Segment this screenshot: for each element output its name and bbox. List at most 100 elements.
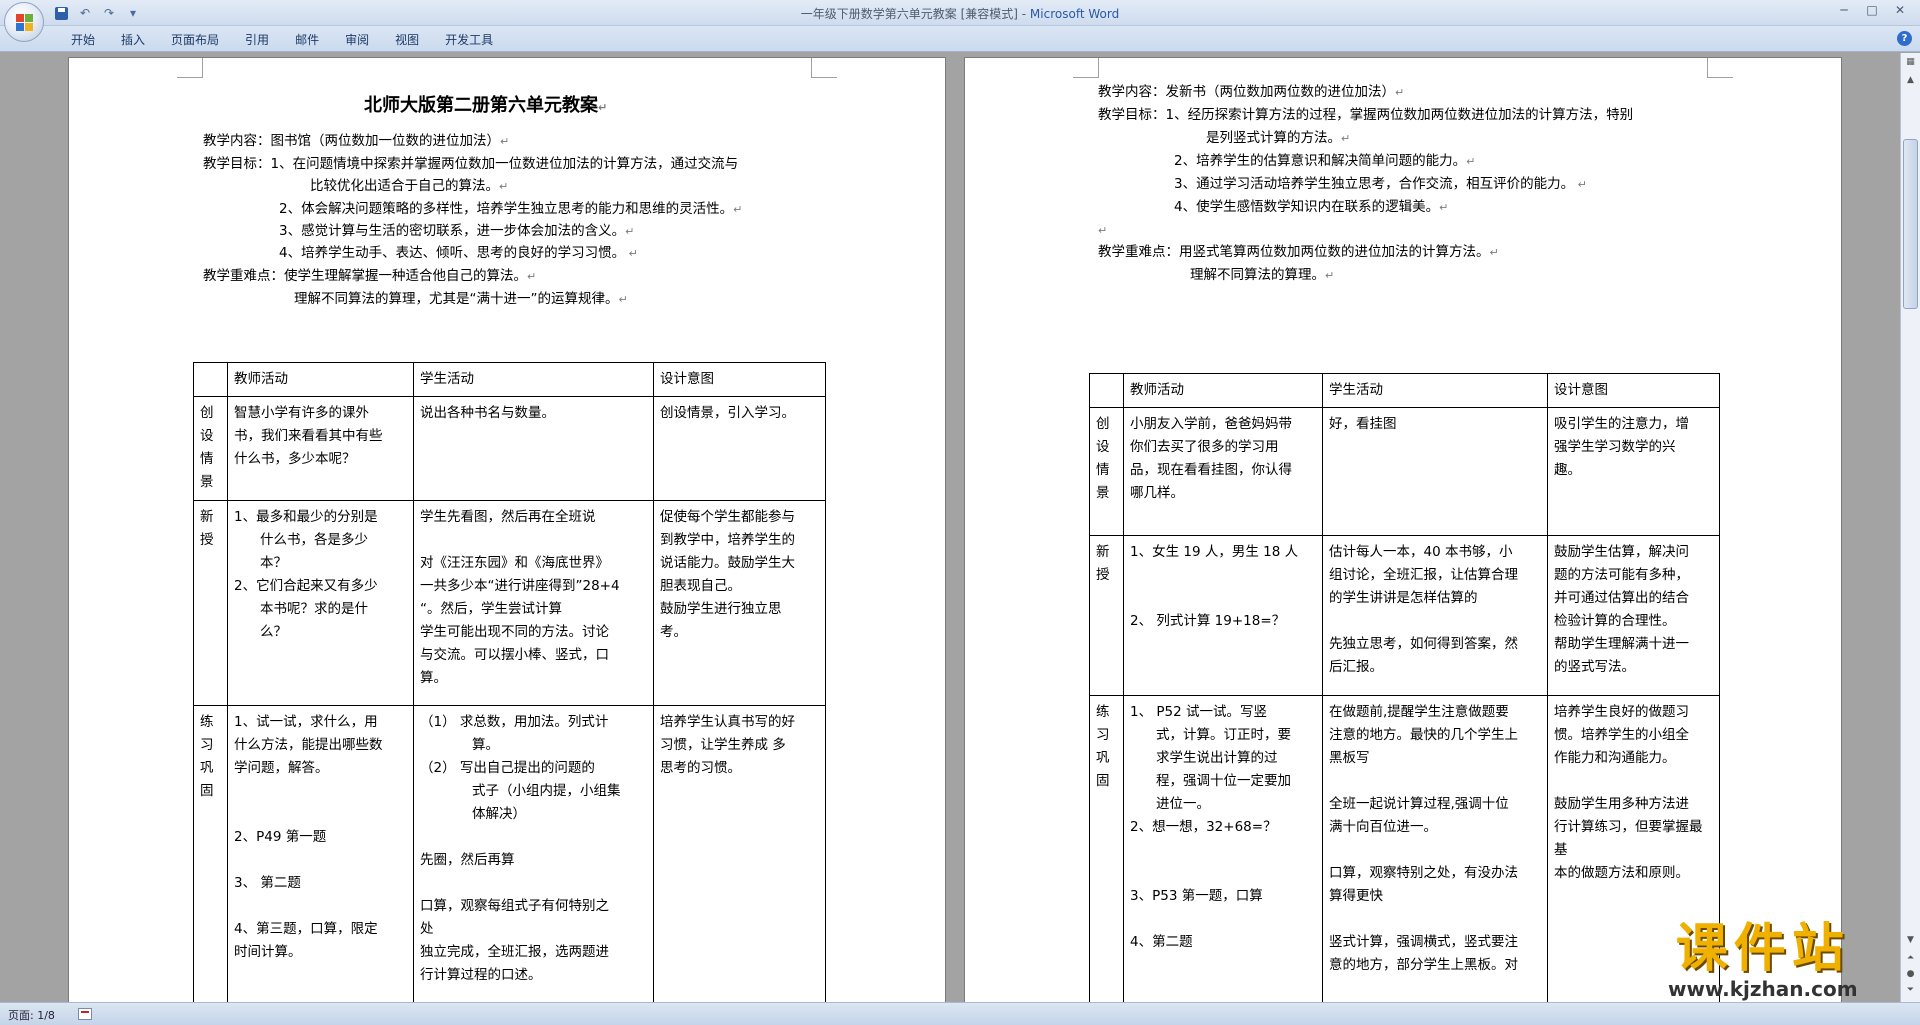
minimize-button[interactable]: ─ — [1830, 0, 1858, 20]
watermark-main-text: 课件站 — [1675, 918, 1850, 979]
maximize-button[interactable]: □ — [1858, 0, 1886, 20]
cell-line: 到教学中，培养学生的 — [660, 532, 795, 548]
cell-line: （1） 求总数，用加法。列式计 — [420, 714, 609, 730]
tab-references[interactable]: 引用 — [232, 29, 282, 50]
cell-line: 在做题前,提醒学生注意做题要 — [1329, 704, 1509, 720]
title-bar: ↶ ↷ ▾ 一年级下册数学第六单元教案 [兼容模式] - Microsoft W… — [0, 0, 1920, 42]
ruler-toggle-button[interactable]: ▦ — [1903, 55, 1918, 70]
stage-char: 习 — [1096, 727, 1110, 743]
cell-line: 全班一起说计算过程,强调十位 — [1329, 796, 1509, 812]
table-header-row: 教师活动 学生活动 设计意图 — [1089, 373, 1720, 408]
cell-line: 什么方法，能提出哪些数 — [234, 737, 383, 753]
cell-line: 4、第二题 — [1130, 934, 1193, 950]
page-count-status[interactable]: 页面: 1/8 — [8, 1007, 55, 1023]
cell-line: 么？ — [260, 624, 287, 640]
cell-line — [1130, 587, 1316, 610]
cell-line: 竖式计算，强调横式，竖式要注 — [1329, 934, 1518, 950]
proofing-icon[interactable] — [78, 1008, 92, 1020]
tab-page-layout[interactable]: 页面布局 — [158, 29, 232, 50]
tab-home[interactable]: 开始 — [58, 29, 108, 50]
student-cell: 估计每人一本，40 本书够，小 组讨论，全班汇报，让估算合理 的学生讲讲是怎样估… — [1322, 535, 1548, 696]
key-label: 教学重难点： — [203, 268, 284, 284]
vertical-scrollbar[interactable]: ▦ ▲ ▼ ⏶ ● ⏷ — [1900, 53, 1920, 1002]
cell-line: 学问题，解答。 — [234, 760, 329, 776]
table-row: 新 授 1、女生 19 人，男生 18 人 2、 列式计算 19+18=？ 估计… — [1089, 535, 1720, 696]
previous-page-button[interactable]: ⏶ — [1903, 951, 1918, 966]
key-points-line-1: 教学重难点：使学生理解掌握一种适合他自己的算法。↵ — [203, 268, 537, 284]
select-browse-object-button[interactable]: ● — [1903, 967, 1918, 982]
goals-line-5: 4、培养学生动手、表达、倾听、思考的良好的学习习惯。 ↵ — [279, 245, 638, 261]
cell-line: 什么书，多少本呢？ — [234, 451, 356, 467]
office-button[interactable] — [4, 2, 44, 42]
window-title: 一年级下册数学第六单元教案 [兼容模式] - Microsoft Word — [0, 5, 1920, 22]
document-page-1[interactable]: 北师大版第二册第六单元教案↵ 教学内容：图书馆（两位数加一位数的进位加法）↵ 教… — [68, 57, 946, 1002]
cell-line: 帮助学生理解满十进一 — [1554, 636, 1689, 652]
table-header-cell: 设计意图 — [1547, 373, 1720, 408]
cell-line: 考。 — [660, 624, 687, 640]
intent-cell: 吸引学生的注意力，增 强学生学习数学的兴 趣。 — [1547, 407, 1720, 536]
cell-line: 说出各种书名与数量。 — [420, 405, 555, 421]
tab-mailings[interactable]: 邮件 — [282, 29, 332, 50]
goal-text: 4、培养学生动手、表达、倾听、思考的良好的学习习惯。 — [279, 245, 626, 261]
table-header-cell — [193, 362, 228, 397]
ruler-icon: ▦ — [1906, 57, 1915, 67]
teacher-cell: 1、 P52 试一试。写竖 式，计算。订正时，要 求学生说出计算的过 程，强调十… — [1123, 695, 1323, 1002]
cell-line: 算得更快 — [1329, 888, 1383, 904]
stage-char: 创 — [1096, 416, 1110, 432]
scroll-down-button[interactable]: ▼ — [1903, 933, 1918, 948]
tab-developer[interactable]: 开发工具 — [432, 29, 506, 50]
cell-line: 一共多少本“进行讲座得到”28+4 — [420, 578, 620, 594]
cell-line: 促使每个学生都能参与 — [660, 509, 795, 525]
table-header-cell — [1089, 373, 1124, 408]
cell-line — [234, 803, 407, 826]
document-page-2[interactable]: 教学内容：发新书（两位数加两位数的进位加法）↵ 教学目标：1、经历探索计算方法的… — [964, 57, 1842, 1002]
cell-line: 算。 — [420, 670, 447, 686]
tab-insert[interactable]: 插入 — [108, 29, 158, 50]
cell-line — [1329, 770, 1541, 793]
table-row: 新 授 1、最多和最少的分别是 什么书，各是多少 本？ 2、它们合起来又有多少 … — [193, 500, 826, 706]
cell-line: 式子（小组内提，小组集 — [472, 783, 621, 799]
goals-line-2: 是列竖式计算的方法。↵ — [1206, 130, 1351, 146]
cell-line: 书，我们来看看其中有些 — [234, 428, 383, 444]
stage-char: 设 — [1096, 439, 1110, 455]
cell-line: 2、 列式计算 19+18=？ — [1130, 613, 1286, 629]
cell-line: 口算，观察特别之处，有没办法 — [1329, 865, 1518, 881]
student-cell: 在做题前,提醒学生注意做题要 注意的地方。最快的几个学生上 黑板写 全班一起说计… — [1322, 695, 1548, 1002]
scroll-up-button[interactable]: ▲ — [1903, 73, 1918, 88]
cell-line: 学生可能出现不同的方法。讨论 — [420, 624, 609, 640]
cell-line: 3、P53 第一题，口算 — [1130, 888, 1263, 904]
cell-line: 黑板写 — [1329, 750, 1370, 766]
stage-char: 创 — [200, 405, 214, 421]
intent-cell: 培养学生认真书写的好 习惯，让学生养成 多 思考的习惯。 — [653, 705, 826, 1002]
maximize-icon: □ — [1866, 3, 1878, 17]
cell-line: 培养学生认真书写的好 — [660, 714, 795, 730]
cell-line: 2、P49 第一题 — [234, 829, 327, 845]
cell-line: 说话能力。鼓励学生大 — [660, 555, 795, 571]
stage-char: 练 — [1096, 704, 1110, 720]
close-button[interactable]: ✕ — [1886, 0, 1914, 20]
goal-text: 4、使学生感悟数学知识内在联系的逻辑美。 — [1174, 199, 1440, 215]
cell-line — [1130, 908, 1316, 931]
scroll-thumb[interactable] — [1903, 139, 1918, 309]
tab-view[interactable]: 视图 — [382, 29, 432, 50]
cell-line: 处 — [420, 921, 434, 937]
student-cell: 学生先看图，然后再在全班说 对《汪汪东园》和《海底世界》 一共多少本“进行讲座得… — [413, 500, 654, 706]
double-arrow-down-icon: ⏷ — [1906, 985, 1915, 995]
stage-cell: 新 授 — [193, 500, 228, 706]
table-row: 练 习 巩 固 1、试一试，求什么，用 什么方法，能提出哪些数 学问题，解答。 … — [193, 705, 826, 1002]
cell-line: 鼓励学生进行独立思 — [660, 601, 782, 617]
help-button[interactable]: ? — [1897, 31, 1912, 46]
goal-text: 2、体会解决问题策略的多样性，培养学生独立思考的能力和思维的灵活性。 — [279, 201, 734, 217]
stage-char: 景 — [200, 474, 214, 490]
ribbon-tabs: 开始 插入 页面布局 引用 邮件 审阅 视图 开发工具 — [58, 29, 506, 50]
cell-line: 题的方法可能有多种， — [1554, 567, 1689, 583]
cell-line: 哪几样。 — [1130, 485, 1184, 501]
tab-review[interactable]: 审阅 — [332, 29, 382, 50]
stage-char: 练 — [200, 714, 214, 730]
cell-line — [420, 872, 647, 895]
cell-line: 培养学生良好的做题习 — [1554, 704, 1689, 720]
next-page-button[interactable]: ⏷ — [1903, 983, 1918, 998]
cell-line: 智慧小学有许多的课外 — [234, 405, 369, 421]
cell-line: 1、女生 19 人，男生 18 人 — [1130, 544, 1299, 560]
crop-mark — [177, 58, 203, 78]
